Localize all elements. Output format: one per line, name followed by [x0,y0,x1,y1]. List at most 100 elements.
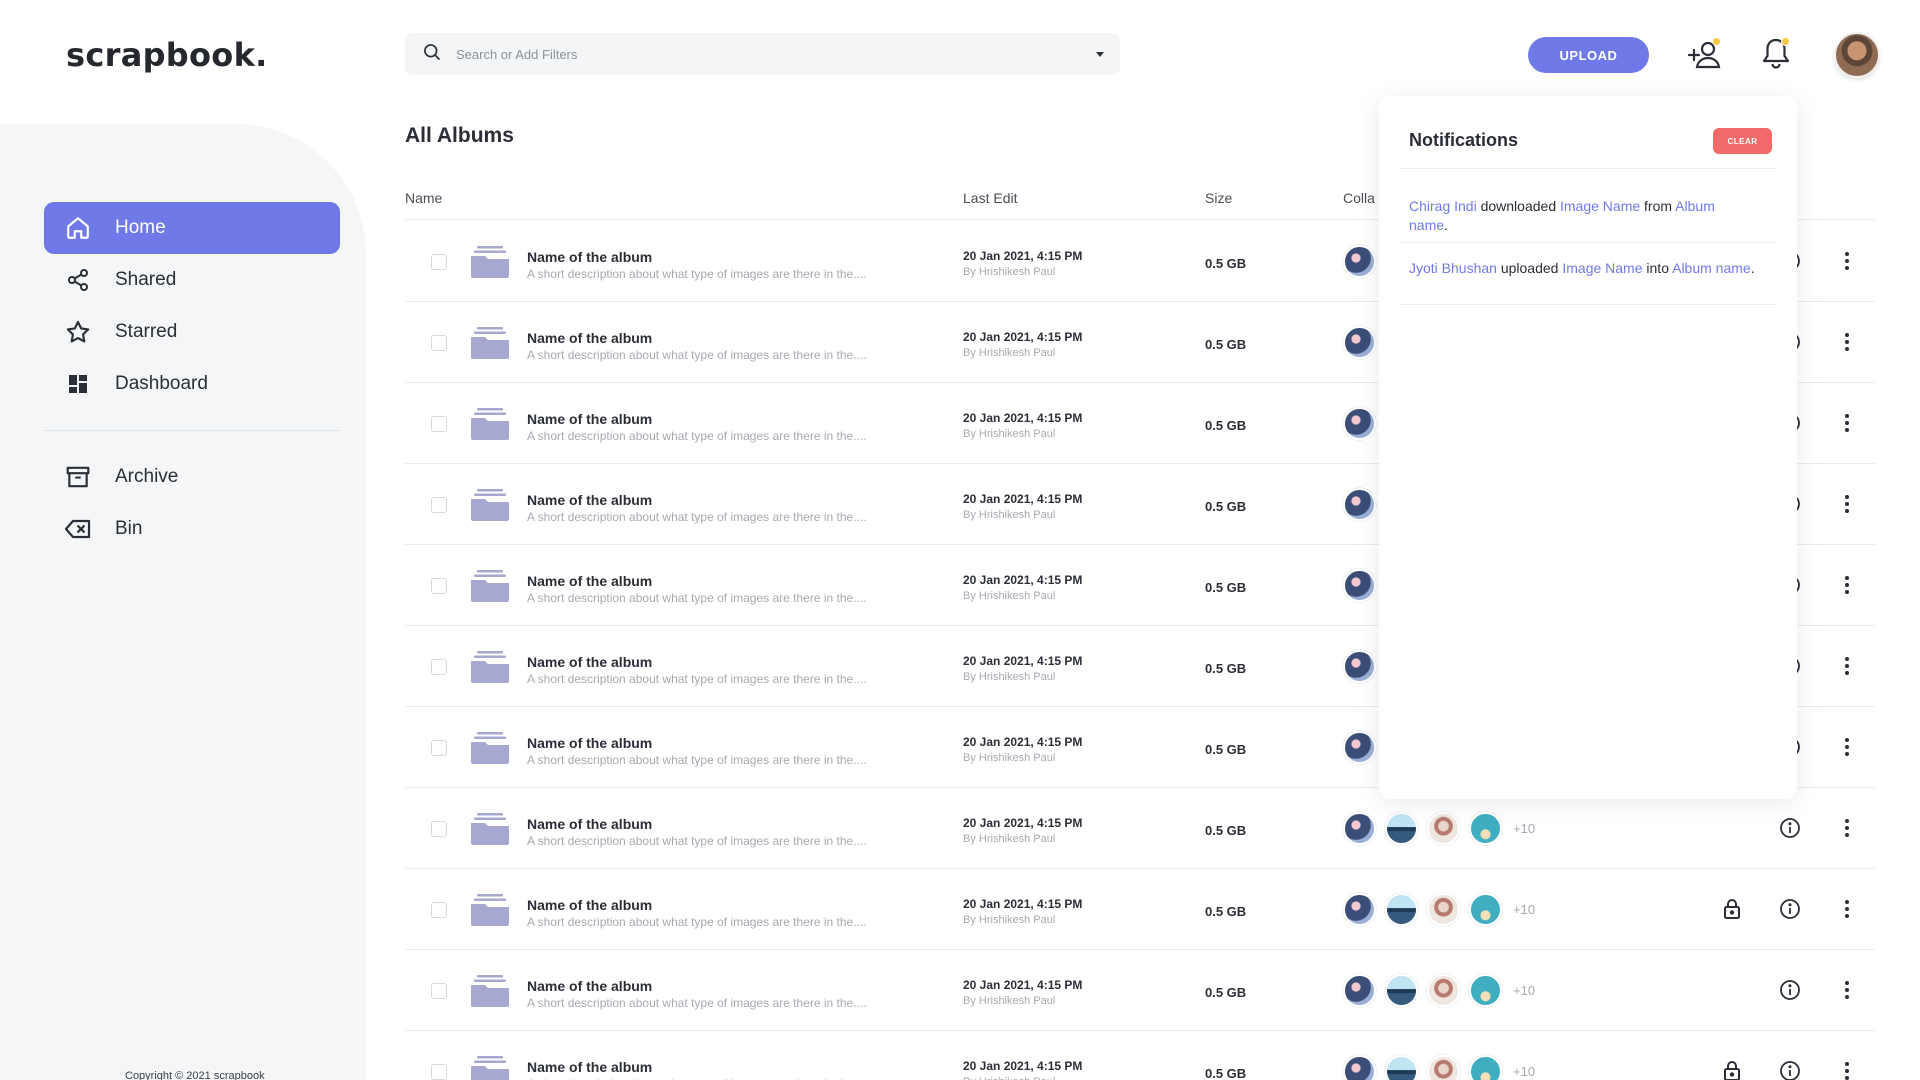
album-name[interactable]: Name of the album [527,1059,652,1075]
album-link[interactable]: Album name [1672,260,1751,276]
avatar[interactable] [1469,974,1502,1007]
sidebar-item-home[interactable]: Home [44,202,340,254]
album-name[interactable]: Name of the album [527,978,652,994]
more-options-icon[interactable] [1836,412,1858,439]
user-link[interactable]: Chirag Indi [1409,198,1477,214]
sidebar-item-starred[interactable]: Starred [44,306,340,358]
notifications-button[interactable] [1761,37,1791,74]
more-options-icon[interactable] [1836,736,1858,763]
more-options-icon[interactable] [1836,574,1858,601]
row-checkbox[interactable] [431,335,447,351]
more-options-icon[interactable] [1836,493,1858,520]
avatar[interactable] [1343,569,1376,602]
row-checkbox[interactable] [431,659,447,675]
avatar[interactable] [1385,893,1418,926]
avatar[interactable] [1469,893,1502,926]
collaborators[interactable]: +10 [1343,974,1535,1007]
album-name[interactable]: Name of the album [527,492,652,508]
more-collaborators-count[interactable]: +10 [1513,821,1535,836]
row-checkbox[interactable] [431,254,447,270]
album-name[interactable]: Name of the album [527,735,652,751]
info-icon[interactable] [1779,979,1801,1006]
more-options-icon[interactable] [1836,250,1858,277]
table-row[interactable]: Name of the albumA short description abo… [405,869,1875,950]
avatar[interactable] [1427,1055,1460,1080]
column-header-collaborators[interactable]: Colla [1343,190,1375,206]
column-header-last-edit[interactable]: Last Edit [963,190,1017,206]
search-input[interactable] [456,46,1056,62]
folder-icon [471,894,509,926]
lock-icon[interactable] [1722,1060,1742,1080]
avatar[interactable] [1343,488,1376,521]
info-icon[interactable] [1779,898,1801,925]
avatar[interactable] [1427,974,1460,1007]
brand-logo[interactable]: scrapbook. [66,36,268,74]
row-checkbox[interactable] [431,902,447,918]
sidebar-item-archive[interactable]: Archive [44,451,340,503]
avatar[interactable] [1469,812,1502,845]
lock-icon[interactable] [1722,898,1742,925]
more-options-icon[interactable] [1836,655,1858,682]
info-icon[interactable] [1779,1060,1801,1080]
more-options-icon[interactable] [1836,979,1858,1006]
album-name[interactable]: Name of the album [527,573,652,589]
album-name[interactable]: Name of the album [527,249,652,265]
row-checkbox[interactable] [431,1064,447,1080]
album-name[interactable]: Name of the album [527,654,652,670]
row-checkbox[interactable] [431,578,447,594]
avatar[interactable] [1469,1055,1502,1080]
user-link[interactable]: Jyoti Bhushan [1409,260,1497,276]
avatar[interactable] [1343,650,1376,683]
more-options-icon[interactable] [1836,1060,1858,1080]
sidebar-item-bin[interactable]: Bin [44,503,340,555]
avatar[interactable] [1343,812,1376,845]
table-row[interactable]: Name of the albumA short description abo… [405,1031,1875,1080]
avatar[interactable] [1343,893,1376,926]
avatar[interactable] [1343,326,1376,359]
row-checkbox[interactable] [431,821,447,837]
avatar[interactable] [1343,245,1376,278]
more-options-icon[interactable] [1836,898,1858,925]
album-name[interactable]: Name of the album [527,411,652,427]
avatar[interactable] [1343,407,1376,440]
avatar[interactable] [1343,974,1376,1007]
clear-notifications-button[interactable]: CLEAR [1713,128,1772,154]
chevron-down-icon[interactable] [1094,47,1106,65]
table-row[interactable]: Name of the albumA short description abo… [405,788,1875,869]
more-collaborators-count[interactable]: +10 [1513,902,1535,917]
sidebar-item-shared[interactable]: Shared [44,254,340,306]
avatar[interactable] [1834,32,1880,78]
collaborators[interactable]: +10 [1343,1055,1535,1080]
album-size: 0.5 GB [1205,661,1247,676]
column-header-size[interactable]: Size [1205,190,1232,206]
collaborators[interactable]: +10 [1343,893,1535,926]
avatar[interactable] [1427,812,1460,845]
more-collaborators-count[interactable]: +10 [1513,983,1535,998]
add-user-button[interactable] [1687,37,1724,76]
avatar[interactable] [1385,1055,1418,1080]
upload-button[interactable]: UPLOAD [1528,37,1649,73]
image-link[interactable]: Image Name [1560,198,1640,214]
more-options-icon[interactable] [1836,331,1858,358]
more-options-icon[interactable] [1836,817,1858,844]
column-header-name[interactable]: Name [405,190,442,206]
sidebar-item-dashboard[interactable]: Dashboard [44,358,340,410]
album-name[interactable]: Name of the album [527,897,652,913]
avatar[interactable] [1385,974,1418,1007]
row-checkbox[interactable] [431,740,447,756]
row-checkbox[interactable] [431,983,447,999]
more-collaborators-count[interactable]: +10 [1513,1064,1535,1079]
collaborators[interactable]: +10 [1343,812,1535,845]
image-link[interactable]: Image Name [1562,260,1642,276]
avatar[interactable] [1427,893,1460,926]
avatar[interactable] [1343,731,1376,764]
row-checkbox[interactable] [431,416,447,432]
avatar[interactable] [1385,812,1418,845]
info-icon[interactable] [1779,817,1801,844]
table-row[interactable]: Name of the albumA short description abo… [405,950,1875,1031]
search-bar[interactable] [405,33,1120,75]
album-name[interactable]: Name of the album [527,330,652,346]
album-name[interactable]: Name of the album [527,816,652,832]
row-checkbox[interactable] [431,497,447,513]
avatar[interactable] [1343,1055,1376,1080]
